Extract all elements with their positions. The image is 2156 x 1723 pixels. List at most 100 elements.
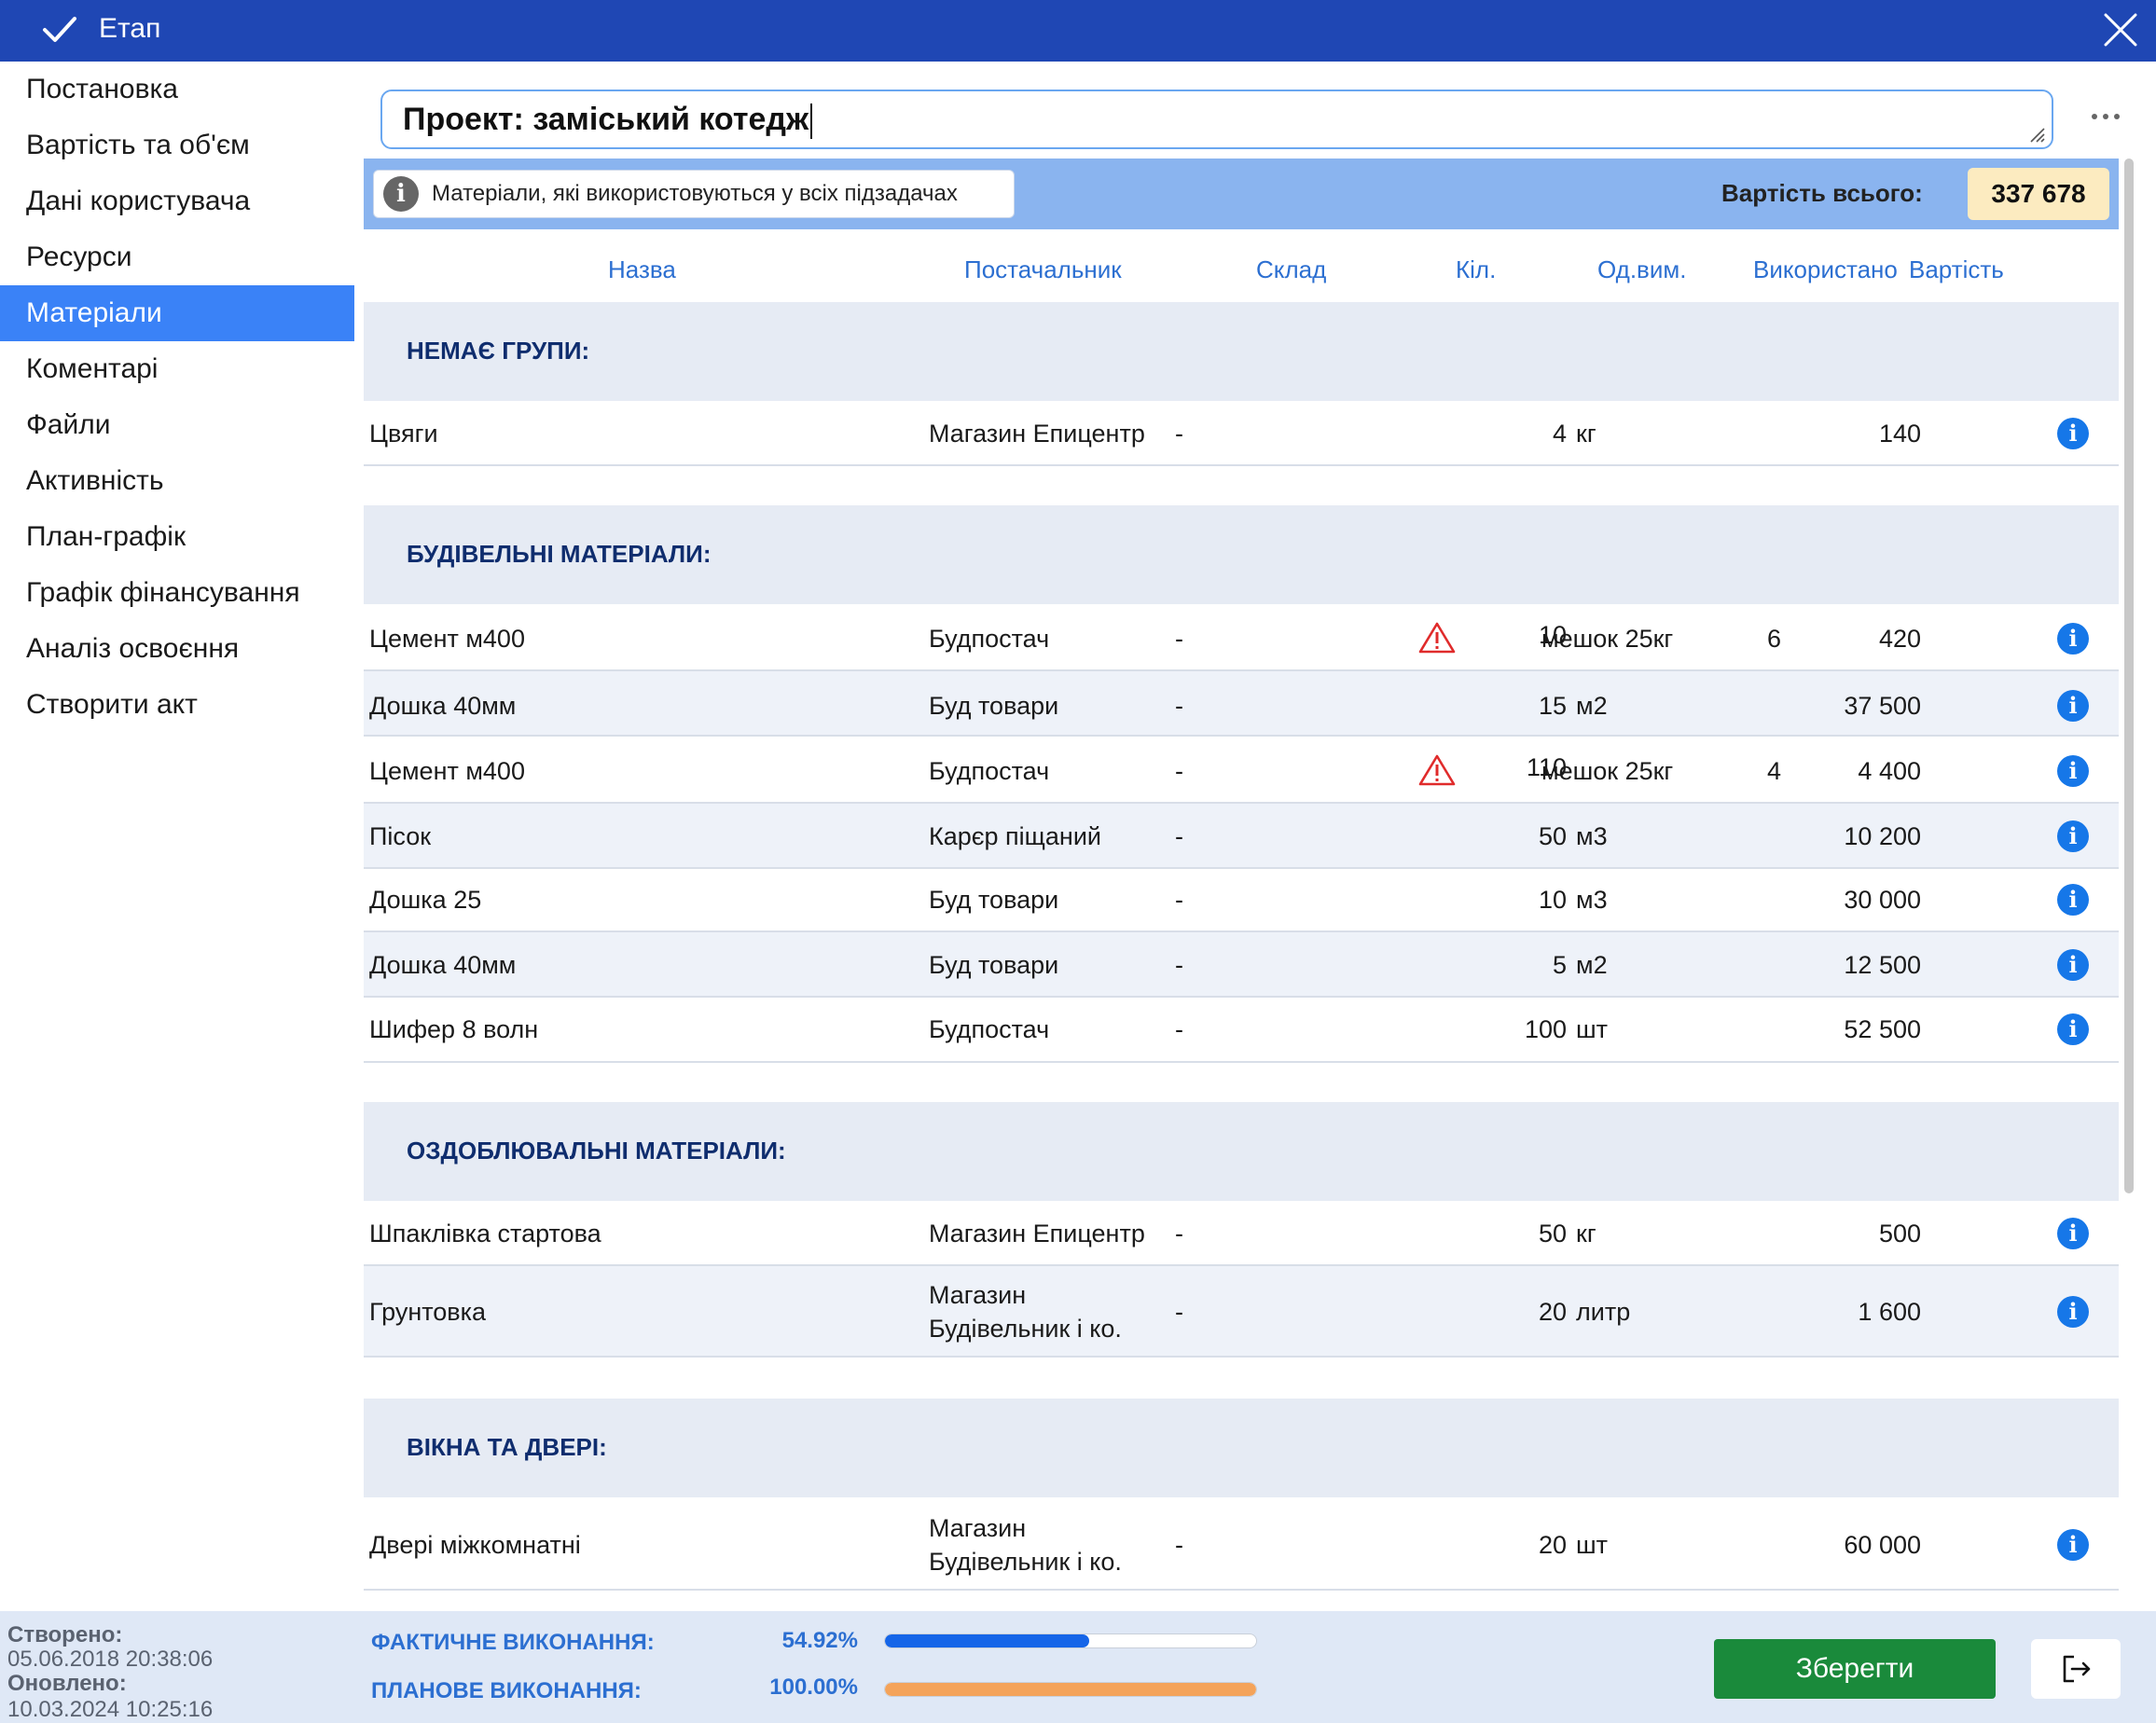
info-icon[interactable]: i xyxy=(2057,820,2089,852)
cell-cost: 140 xyxy=(1878,420,1921,448)
cell-name: Цемент м400 xyxy=(369,757,525,785)
table-row[interactable]: Шифер 8 волн Будпостач - 100 шт 52 500 i xyxy=(364,998,2119,1063)
table-row[interactable]: Цемент м400 Будпостач - 10 мешок 25кг 6 … xyxy=(364,604,2119,671)
scrollbar[interactable] xyxy=(2124,159,2134,1193)
info-icon[interactable]: i xyxy=(2057,1529,2089,1561)
col-header-cost[interactable]: Вартість xyxy=(1909,255,2004,284)
info-icon[interactable]: i xyxy=(2057,1296,2089,1328)
sidebar-item-materials[interactable]: Матеріали xyxy=(0,285,354,341)
info-icon[interactable]: i xyxy=(2057,1218,2089,1249)
cell-name: Шифер 8 волн xyxy=(369,1015,539,1043)
col-header-used[interactable]: Використано xyxy=(1753,255,1898,284)
cell-warehouse: - xyxy=(1175,692,1183,720)
cell-supplier: Карєр піщаний xyxy=(929,822,1101,850)
table-row[interactable]: Двері міжкомнатні Магазин Будівельник і … xyxy=(364,1497,2119,1591)
info-icon[interactable]: i xyxy=(2057,623,2089,655)
cell-cost: 420 xyxy=(1878,625,1921,653)
cell-qty: 50 xyxy=(1538,1220,1567,1247)
table-row[interactable]: Пісок Карєр піщаний - 50 м3 10 200 i xyxy=(364,804,2119,869)
sidebar-item-user-data[interactable]: Дані користувача xyxy=(0,173,354,229)
cell-qty: 50 xyxy=(1538,822,1567,850)
cell-name: Цвяги xyxy=(369,420,438,448)
cell-warehouse: - xyxy=(1175,951,1183,979)
table-row[interactable]: Шпаклівка стартова Магазин Епицентр - 50… xyxy=(364,1201,2119,1266)
col-header-name[interactable]: Назва xyxy=(608,255,676,284)
cell-used: 4 xyxy=(1766,757,1781,785)
updated-value: 10.03.2024 10:25:16 xyxy=(7,1697,214,1722)
col-header-warehouse[interactable]: Склад xyxy=(1256,255,1326,284)
info-icon[interactable]: i xyxy=(2057,690,2089,722)
window-title: Етап xyxy=(99,13,161,44)
cell-qty: 15 xyxy=(1538,692,1567,720)
exit-button[interactable] xyxy=(2031,1639,2121,1699)
materials-banner: i Матеріали, які використовуються у всіх… xyxy=(364,159,2119,229)
save-button[interactable]: Зберегти xyxy=(1714,1639,1996,1699)
project-name-input[interactable]: Проект: заміський котедж xyxy=(380,90,2053,149)
sidebar-item-cost-volume[interactable]: Вартість та об'єм xyxy=(0,117,354,173)
cell-warehouse: - xyxy=(1175,757,1183,785)
info-icon[interactable]: i xyxy=(2057,418,2089,449)
cell-supplier: Буд товари xyxy=(929,951,1059,979)
cell-cost: 37 500 xyxy=(1844,692,1921,720)
cell-warehouse: - xyxy=(1175,1015,1183,1043)
sidebar-item-activity[interactable]: Активність xyxy=(0,453,354,509)
planned-progress-value: 100.00% xyxy=(769,1675,858,1700)
table-row[interactable]: Цемент м400 Будпостач - 110 мешок 25кг 4… xyxy=(364,737,2119,804)
info-icon[interactable]: i xyxy=(2057,1013,2089,1045)
cell-name: Дошка 40мм xyxy=(369,692,517,720)
cell-unit: м3 xyxy=(1576,886,1608,914)
cell-cost: 10 200 xyxy=(1844,822,1921,850)
group-header: БУДІВЕЛЬНІ МАТЕРІАЛИ: xyxy=(364,505,2119,604)
table-row[interactable]: Дошка 25 Буд товари - 10 м3 30 000 i xyxy=(364,869,2119,932)
sidebar-item-analysis[interactable]: Аналіз освоєння xyxy=(0,621,354,677)
text-caret xyxy=(810,103,813,140)
cell-name: Пісок xyxy=(369,822,432,850)
warning-icon xyxy=(1418,754,1456,786)
sidebar-item-resources[interactable]: Ресурси xyxy=(0,229,354,285)
table-row[interactable]: Дошка 40мм Буд товари - 15 м2 37 500 i xyxy=(364,671,2119,737)
info-icon[interactable]: i xyxy=(2057,755,2089,787)
group-name: ВІКНА ТА ДВЕРІ: xyxy=(407,1433,607,1461)
resize-grip-icon[interactable] xyxy=(2027,125,2046,144)
planned-progress-bar xyxy=(884,1682,1257,1697)
info-icon[interactable]: i xyxy=(2057,884,2089,916)
sidebar-item-financing[interactable]: Графік фінансування xyxy=(0,565,354,621)
info-icon[interactable]: i xyxy=(2057,949,2089,981)
cell-unit: шт xyxy=(1576,1015,1609,1043)
table-row[interactable]: Дошка 40мм Буд товари - 5 м2 12 500 i xyxy=(364,932,2119,998)
col-header-unit[interactable]: Од.вим. xyxy=(1597,255,1686,284)
table-row[interactable]: Грунтовка Магазин Будівельник і ко. - 20… xyxy=(364,1266,2119,1358)
col-header-supplier[interactable]: Постачальник xyxy=(964,255,1122,284)
check-icon[interactable] xyxy=(41,13,78,47)
close-icon[interactable] xyxy=(2102,11,2139,48)
sidebar-item-postanovka[interactable]: Постановка xyxy=(0,62,354,117)
updated-label: Оновлено: xyxy=(7,1671,127,1696)
cell-unit: кг xyxy=(1576,1220,1596,1247)
cell-supplier: Магазин Епицентр xyxy=(929,420,1145,448)
sidebar-item-files[interactable]: Файли xyxy=(0,397,354,453)
sidebar-item-comments[interactable]: Коментарі xyxy=(0,341,354,397)
col-header-qty[interactable]: Кіл. xyxy=(1456,255,1496,284)
materials-table: НЕМАЄ ГРУПИ: Цвяги Магазин Епицентр - 4 … xyxy=(364,298,2119,1611)
cell-warehouse: - xyxy=(1175,886,1183,914)
created-value: 05.06.2018 20:38:06 xyxy=(7,1647,214,1672)
total-cost-label: Вартість всього: xyxy=(1721,179,1923,207)
cell-cost: 500 xyxy=(1878,1220,1921,1247)
sidebar-item-schedule[interactable]: План-графік xyxy=(0,509,354,565)
exit-icon xyxy=(2063,1655,2091,1683)
cell-supplier: Будпостач xyxy=(929,625,1050,653)
cell-unit: м3 xyxy=(1576,822,1608,850)
cell-supplier: Будпостач xyxy=(929,757,1050,785)
actual-progress-fill xyxy=(885,1634,1089,1647)
footer: Створено: 05.06.2018 20:38:06 Оновлено: … xyxy=(0,1611,2156,1723)
group-name: БУДІВЕЛЬНІ МАТЕРІАЛИ: xyxy=(407,540,712,568)
cell-unit: литр xyxy=(1576,1298,1631,1326)
more-icon[interactable] xyxy=(2087,103,2124,131)
warning-icon xyxy=(1418,622,1456,654)
table-row[interactable]: Цвяги Магазин Епицентр - 4 кг 140 i xyxy=(364,401,2119,466)
cell-name: Цемент м400 xyxy=(369,625,525,653)
cell-qty: 20 xyxy=(1538,1298,1567,1326)
cell-name: Двері міжкомнатні xyxy=(369,1531,581,1559)
cell-cost: 1 600 xyxy=(1858,1298,1921,1326)
sidebar-item-create-act[interactable]: Створити акт xyxy=(0,677,354,733)
